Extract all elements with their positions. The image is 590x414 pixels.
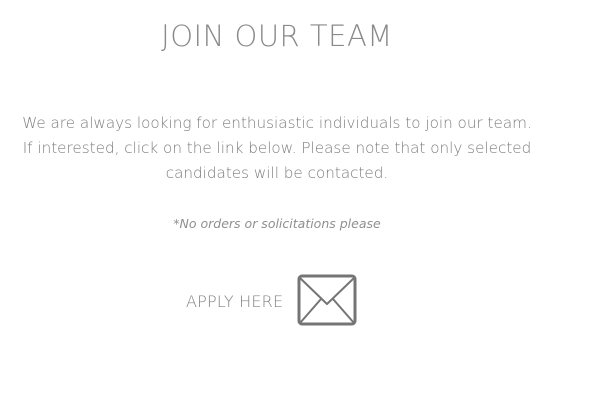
intro-text: We are always looking for enthusiastic i… <box>0 111 554 186</box>
apply-here-label[interactable]: APPLY HERE <box>186 292 283 311</box>
solicitation-note: *No orders or solicitations please <box>173 216 381 231</box>
envelope-icon[interactable] <box>297 274 357 328</box>
intro-line-2: If interested, click on the link below. … <box>22 139 532 157</box>
page-title: JOIN OUR TEAM <box>161 19 393 53</box>
apply-here-link[interactable]: APPLY HERE <box>186 274 357 328</box>
intro-line-3: candidates will be contacted. <box>165 164 389 182</box>
intro-line-1: We are always looking for enthusiastic i… <box>22 114 532 132</box>
